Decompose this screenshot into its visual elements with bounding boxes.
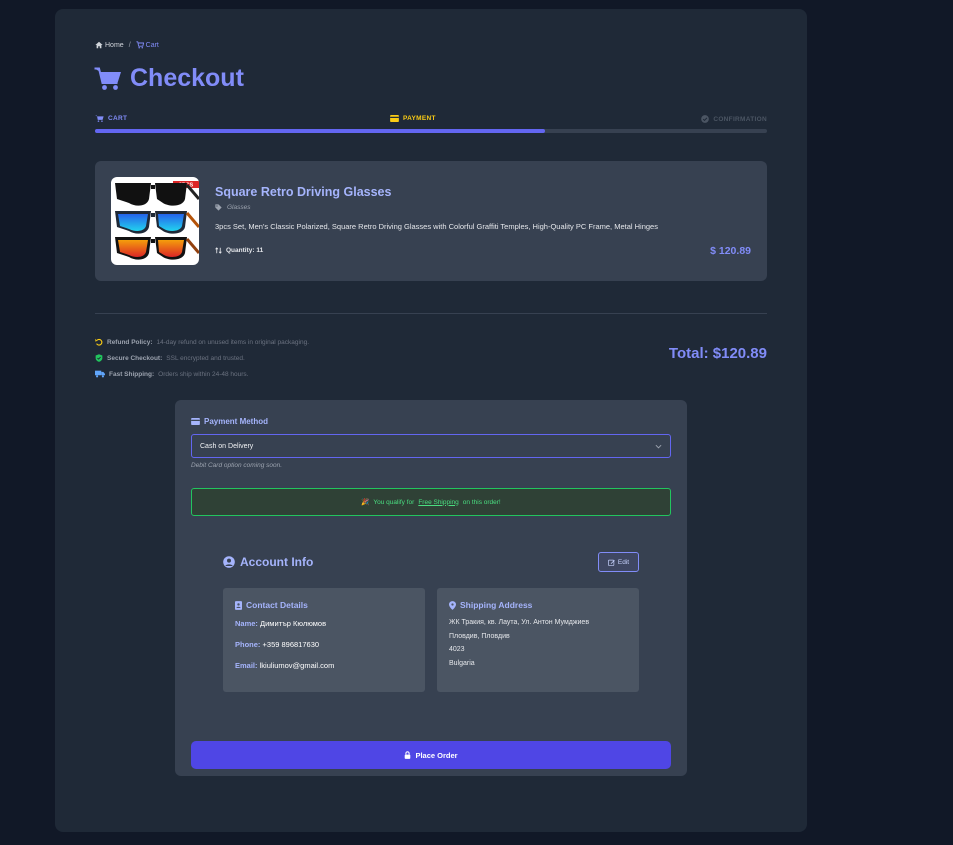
place-order-button[interactable]: Place Order — [191, 741, 671, 769]
product-price: $ 120.89 — [710, 245, 751, 257]
tag-icon — [215, 204, 222, 211]
checkout-steps: CART PAYMENT CONFIRMATION — [95, 115, 767, 135]
truck-icon — [95, 370, 105, 378]
address-line: Пловдив, Пловдив — [449, 632, 510, 640]
checkout-progress-bar — [95, 129, 767, 133]
undo-icon — [95, 338, 103, 346]
address-line: ЖК Тракия, кв. Лаута, Ул. Антон Мумджиев — [449, 619, 590, 626]
page-title-text: Checkout — [130, 64, 244, 92]
section-divider — [95, 313, 767, 314]
payment-method-selected: Cash on Delivery — [200, 442, 254, 450]
refund-policy: Refund Policy: 14-day refund on unused i… — [95, 334, 309, 350]
contact-details-title: Contact Details — [235, 600, 413, 610]
payment-method-note: Debit Card option coming soon. — [191, 462, 283, 469]
sort-arrows-icon — [215, 247, 222, 254]
step-confirmation[interactable]: CONFIRMATION — [701, 115, 767, 123]
product-image: 3PCS — [111, 177, 199, 265]
product-category: Glasses — [215, 204, 250, 211]
free-shipping-banner: 🎉 You qualify for Free Shipping on this … — [191, 488, 671, 516]
credit-card-icon — [191, 418, 200, 425]
product-name[interactable]: Square Retro Driving Glasses — [215, 185, 391, 199]
address-line: Bulgaria — [449, 659, 475, 667]
address-book-icon — [235, 600, 242, 610]
cart-icon — [94, 67, 121, 90]
lock-icon — [405, 751, 411, 759]
shipping-address-title: Shipping Address — [449, 600, 627, 610]
cart-icon — [136, 41, 144, 49]
step-cart[interactable]: CART — [95, 115, 127, 122]
credit-card-icon — [390, 115, 399, 122]
check-circle-icon — [701, 115, 710, 123]
cart-icon — [95, 115, 104, 122]
map-pin-icon — [449, 600, 456, 610]
free-shipping-link[interactable]: Free Shipping — [418, 499, 458, 506]
contact-details-card: Contact Details Name: Димитър Кюлюмов Ph… — [223, 588, 425, 692]
account-info-title: Account Info — [223, 555, 313, 569]
breadcrumb-separator: / — [128, 41, 131, 49]
edit-icon — [607, 559, 615, 566]
policy-list: Refund Policy: 14-day refund on unused i… — [95, 334, 309, 382]
chevron-down-icon — [655, 444, 662, 448]
secure-checkout-policy: Secure Checkout: SSL encrypted and trust… — [95, 350, 309, 366]
contact-name: Name: Димитър Кюлюмов — [235, 619, 327, 628]
contact-email: Email: lkiuliumov@gmail.com — [235, 661, 335, 670]
party-icon: 🎉 — [361, 499, 370, 506]
home-icon — [95, 41, 103, 49]
step-payment[interactable]: PAYMENT — [390, 115, 436, 122]
breadcrumb-home[interactable]: Home — [95, 41, 124, 49]
shield-icon — [95, 354, 103, 362]
address-line: 4023 — [449, 646, 465, 653]
shipping-address-card: Shipping Address ЖК Тракия, кв. Лаута, У… — [437, 588, 639, 692]
checkout-progress-fill — [95, 129, 546, 133]
page-title: Checkout — [94, 64, 244, 93]
payment-method-label: Payment Method — [191, 417, 268, 426]
order-total: Total: $120.89 — [668, 345, 767, 362]
payment-method-select[interactable]: Cash on Delivery — [191, 434, 671, 458]
fast-shipping-policy: Fast Shipping: Orders ship within 24-48 … — [95, 366, 309, 382]
edit-account-button[interactable]: Edit — [598, 552, 639, 572]
cart-item-card: 3PCS — [95, 161, 767, 281]
product-quantity: Quantity: 11 — [215, 247, 263, 254]
breadcrumb: Home / Cart — [95, 41, 159, 49]
user-circle-icon — [223, 556, 235, 568]
product-description: 3pcs Set, Men's Classic Polarized, Squar… — [215, 222, 658, 231]
checkout-page: Home / Cart Checkout CART PAYMENT CONFIR… — [55, 9, 807, 832]
payment-panel: Payment Method Cash on Delivery Debit Ca… — [175, 400, 687, 776]
breadcrumb-cart[interactable]: Cart — [136, 41, 159, 49]
contact-phone: Phone: +359 896817630 — [235, 640, 320, 649]
